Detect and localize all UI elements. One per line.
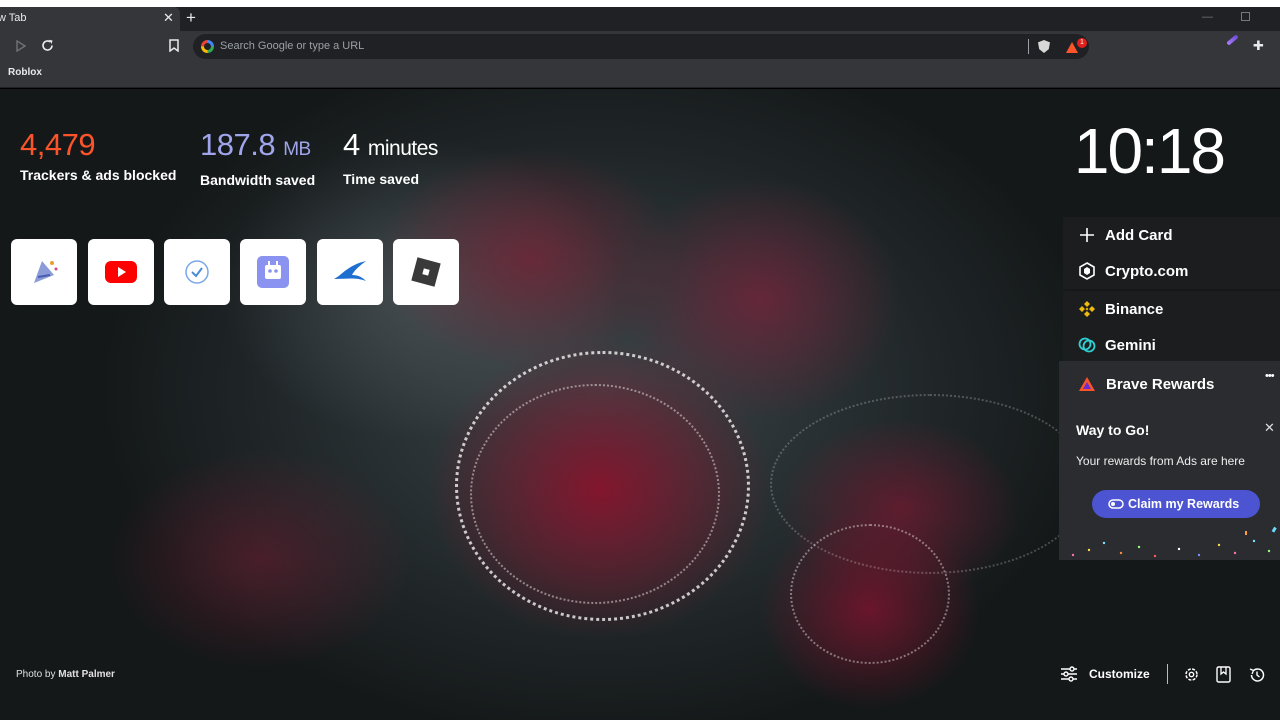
bandwidth-value: 187.8 <box>200 127 276 162</box>
stat-trackers: 4,479 Trackers & ads blocked <box>20 125 176 183</box>
add-card-label: Add Card <box>1105 227 1173 244</box>
confetti-decoration <box>1071 526 1277 558</box>
photo-credit-author: Matt Palmer <box>58 669 115 680</box>
bandwidth-label: Bandwidth saved <box>200 172 316 188</box>
bandwidth-unit: MB <box>283 139 311 160</box>
tab-strip: w Tab ✕ + — <box>0 7 1280 31</box>
customize-label: Customize <box>1089 667 1150 681</box>
youtube-icon <box>105 261 137 283</box>
binance-label: Binance <box>1105 301 1164 318</box>
time-unit: minutes <box>367 137 439 160</box>
swift-bird-icon <box>334 261 366 281</box>
trackers-label: Trackers & ads blocked <box>20 167 177 183</box>
tab-title: w Tab <box>0 12 27 24</box>
add-card-button[interactable]: Add Card <box>1063 217 1280 253</box>
reload-icon[interactable] <box>41 39 54 52</box>
top-site-swift[interactable] <box>317 239 383 305</box>
tab-new-tab[interactable]: w Tab ✕ <box>0 7 180 31</box>
sliders-icon <box>1061 666 1077 682</box>
bookmarks-bar: Roblox <box>0 62 1280 88</box>
settings-gear-icon[interactable] <box>1183 666 1200 683</box>
time-label: Time saved <box>343 171 420 187</box>
card-crypto-com[interactable]: Crypto.com <box>1063 253 1280 289</box>
party-popper-icon <box>34 261 58 283</box>
history-icon[interactable] <box>1248 666 1266 684</box>
time-value: 4 <box>343 127 360 162</box>
rewards-close-icon[interactable]: ✕ <box>1264 420 1275 436</box>
binance-icon <box>1079 301 1095 317</box>
tab-close-icon[interactable]: ✕ <box>163 10 174 26</box>
rewards-badge: 1 <box>1077 38 1087 48</box>
gemini-label: Gemini <box>1105 337 1156 354</box>
top-site-robot[interactable] <box>240 239 306 305</box>
photo-credit-prefix: Photo by <box>16 669 59 680</box>
rewards-notification-title: Way to Go! <box>1076 422 1150 438</box>
bookmarks-manager-icon[interactable] <box>1216 666 1231 683</box>
minimize-button[interactable]: — <box>1202 11 1213 23</box>
background-photo-detail <box>470 384 720 604</box>
extensions-puzzle-icon[interactable]: ✚ <box>1253 39 1264 53</box>
roblox-icon <box>411 257 441 287</box>
new-tab-page: 4,479 Trackers & ads blocked 187.8 MB Ba… <box>0 89 1280 720</box>
brave-rewards-card-header[interactable]: Brave Rewards ••• <box>1059 361 1280 407</box>
restore-button[interactable] <box>1241 12 1250 21</box>
bottom-divider <box>1167 664 1168 684</box>
trackers-count: 4,479 <box>20 127 96 162</box>
stat-bandwidth: 187.8 MB Bandwidth saved <box>200 125 315 188</box>
window-top-edge <box>0 0 1280 7</box>
feather-extension-icon[interactable] <box>1226 34 1239 46</box>
bat-coin-icon <box>1108 499 1124 509</box>
toolbar: Search Google or type a URL 1 ✚ <box>0 31 1280 62</box>
bookmark-icon[interactable] <box>169 39 179 52</box>
bookmark-roblox[interactable]: Roblox <box>8 67 42 78</box>
robot-icon <box>257 256 289 288</box>
forward-icon[interactable] <box>16 40 26 52</box>
google-icon <box>201 40 214 53</box>
photo-credit[interactable]: Photo by Matt Palmer <box>16 669 115 680</box>
card-binance[interactable]: Binance <box>1063 291 1280 327</box>
more-options-icon[interactable]: ••• <box>1265 370 1275 382</box>
stat-time: 4 minutes Time saved <box>343 125 438 187</box>
brave-rewards-title: Brave Rewards <box>1106 376 1215 393</box>
rewards-notification-body: Your rewards from Ads are here <box>1076 454 1245 468</box>
brave-shields-icon[interactable] <box>1038 40 1050 53</box>
top-site-party[interactable] <box>11 239 77 305</box>
rewards-notification: Way to Go! ✕ Your rewards from Ads are h… <box>1059 407 1280 560</box>
address-bar-divider <box>1028 39 1029 54</box>
checkmark-circle-icon <box>185 260 209 284</box>
card-gemini[interactable]: Gemini <box>1063 327 1280 363</box>
crypto-com-icon <box>1079 262 1095 280</box>
claim-rewards-label: Claim my Rewards <box>1128 497 1240 511</box>
brave-rewards-triangle-icon <box>1079 377 1095 391</box>
claim-rewards-button[interactable]: Claim my Rewards <box>1092 490 1260 518</box>
background-photo-detail-3 <box>770 394 1090 574</box>
gemini-icon <box>1078 337 1096 353</box>
address-bar[interactable]: Search Google or type a URL 1 <box>193 34 1089 59</box>
top-site-roblox[interactable] <box>393 239 459 305</box>
top-site-youtube[interactable] <box>88 239 154 305</box>
new-tab-button[interactable]: + <box>186 9 196 27</box>
top-site-checkmark[interactable] <box>164 239 230 305</box>
crypto-com-label: Crypto.com <box>1105 263 1189 280</box>
address-bar-placeholder: Search Google or type a URL <box>220 40 365 52</box>
plus-icon <box>1080 228 1094 242</box>
clock: 10:18 <box>1073 115 1226 187</box>
